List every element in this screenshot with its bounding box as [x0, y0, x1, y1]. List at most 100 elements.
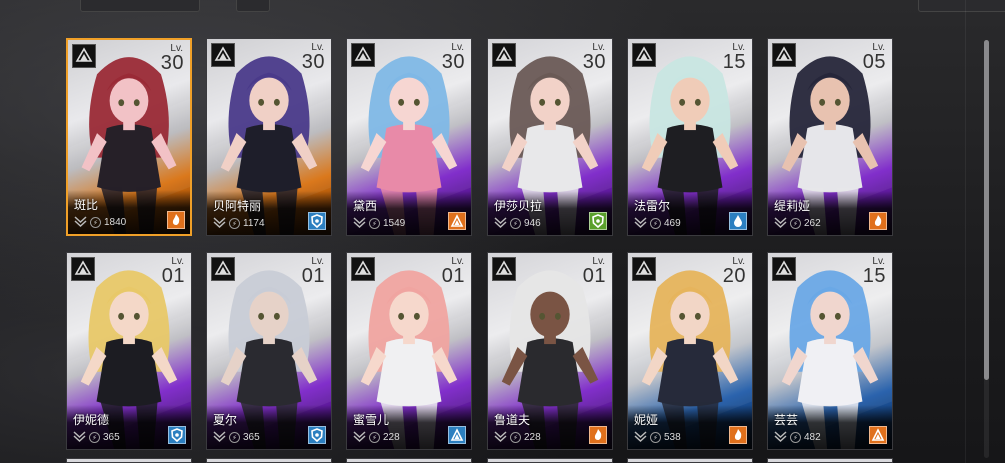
top-sort-button[interactable]	[918, 0, 1005, 12]
power-value: 1174	[243, 217, 265, 229]
element-flame-icon	[869, 212, 887, 230]
character-name: 黛西	[353, 199, 378, 213]
card-stats: ⚡ 365	[213, 430, 260, 444]
rank-chevron-icon	[494, 217, 507, 229]
power-value: 228	[524, 431, 541, 443]
power-icon: ⚡	[229, 431, 240, 443]
element-shield-icon	[168, 426, 186, 444]
level-value: 30	[441, 51, 465, 73]
character-name: 蜜雪儿	[353, 413, 390, 427]
power-value: 1549	[383, 217, 406, 229]
level-value: 05	[862, 51, 886, 73]
element-triangle-icon	[448, 212, 466, 230]
element-flame-icon	[589, 426, 607, 444]
character-card[interactable]: Lv. 20 妮娅 ⚡ 538	[627, 252, 753, 450]
power-icon: ⚡	[510, 217, 521, 229]
level-value: 01	[441, 265, 465, 287]
character-card[interactable]: Lv. 01 蜜雪儿 ⚡ 228	[346, 252, 472, 450]
rank-chevron-icon	[494, 431, 507, 443]
level-value: 30	[160, 52, 184, 74]
power-value: 538	[664, 431, 681, 443]
class-badge-icon	[492, 43, 516, 67]
character-card[interactable]: Lv. 15 法雷尔 ⚡ 469	[627, 38, 753, 236]
class-badge-icon	[211, 43, 235, 67]
class-badge-icon	[351, 257, 375, 281]
card-stats: ⚡ 228	[353, 430, 400, 444]
power-icon: ⚡	[89, 431, 100, 443]
character-card[interactable]: Lv. 30 贝阿特丽 ⚡ 1174	[206, 38, 332, 236]
rank-chevron-icon	[634, 217, 647, 229]
level-value: 20	[722, 265, 746, 287]
rank-chevron-icon	[634, 431, 647, 443]
power-icon: ⚡	[790, 431, 801, 443]
character-card[interactable]: Lv. 01 夏尔 ⚡ 365	[206, 252, 332, 450]
character-name: 夏尔	[213, 413, 238, 427]
scrollbar-thumb[interactable]	[984, 40, 989, 380]
character-name: 贝阿特丽	[213, 199, 262, 213]
card-stats: ⚡ 228	[494, 430, 541, 444]
power-value: 946	[524, 217, 541, 229]
card-stats: ⚡ 1840	[74, 215, 126, 229]
class-badge-icon	[772, 257, 796, 281]
power-icon: ⚡	[510, 431, 521, 443]
character-card[interactable]: Lv. 30 斑比 ⚡ 1840	[66, 38, 192, 236]
character-name: 伊莎贝拉	[494, 199, 543, 213]
card-stats: ⚡ 469	[634, 216, 681, 230]
card-stats: ⚡ 1174	[213, 216, 265, 230]
character-name: 法雷尔	[634, 199, 671, 213]
element-triangle-icon	[869, 426, 887, 444]
top-filter-button[interactable]	[236, 0, 270, 12]
card-stats: ⚡ 365	[73, 430, 120, 444]
character-card[interactable]: Lv. 30 黛西 ⚡ 1549	[346, 38, 472, 236]
character-card[interactable]: Lv. 05 缇莉娅 ⚡ 262	[767, 38, 893, 236]
rank-chevron-icon	[353, 431, 366, 443]
divider	[965, 0, 966, 463]
level-value: 01	[161, 265, 185, 287]
character-card-partial[interactable]	[346, 458, 472, 463]
character-card-partial[interactable]	[767, 458, 893, 463]
class-badge-icon	[71, 257, 95, 281]
character-card-partial[interactable]	[487, 458, 613, 463]
power-icon: ⚡	[650, 431, 661, 443]
class-badge-icon	[772, 43, 796, 67]
power-icon: ⚡	[369, 431, 380, 443]
card-stats: ⚡ 262	[774, 216, 821, 230]
rank-chevron-icon	[353, 217, 366, 229]
class-badge-icon	[72, 44, 96, 68]
level-value: 30	[582, 51, 606, 73]
card-stats: ⚡ 1549	[353, 216, 405, 230]
character-card-partial[interactable]	[627, 458, 753, 463]
power-value: 482	[804, 431, 821, 443]
power-icon: ⚡	[369, 217, 380, 229]
character-card-partial[interactable]	[206, 458, 332, 463]
element-shield-icon	[308, 426, 326, 444]
power-icon: ⚡	[650, 217, 661, 229]
element-shield-icon	[308, 212, 326, 230]
element-flame-icon	[729, 426, 747, 444]
element-drop-icon	[729, 212, 747, 230]
power-value: 228	[383, 431, 400, 443]
class-badge-icon	[351, 43, 375, 67]
level-value: 01	[301, 265, 325, 287]
character-card[interactable]: Lv. 01 伊妮德 ⚡ 365	[66, 252, 192, 450]
rank-chevron-icon	[213, 431, 226, 443]
power-value: 262	[804, 217, 821, 229]
character-card-partial[interactable]	[66, 458, 192, 463]
element-flame-icon	[167, 211, 185, 229]
level-value: 30	[301, 51, 325, 73]
rank-chevron-icon	[74, 216, 87, 228]
character-name: 鲁道夫	[494, 413, 531, 427]
rank-chevron-icon	[73, 431, 86, 443]
card-stats: ⚡ 538	[634, 430, 681, 444]
top-tab[interactable]	[80, 0, 200, 12]
top-bar	[0, 0, 1005, 12]
rank-chevron-icon	[774, 431, 787, 443]
character-card[interactable]: Lv. 01 鲁道夫 ⚡ 228	[487, 252, 613, 450]
class-badge-icon	[632, 257, 656, 281]
element-triangle-icon	[448, 426, 466, 444]
character-name: 芸芸	[774, 413, 799, 427]
character-card[interactable]: Lv. 15 芸芸 ⚡ 482	[767, 252, 893, 450]
character-card[interactable]: Lv. 30 伊莎贝拉 ⚡ 946	[487, 38, 613, 236]
power-value: 469	[664, 217, 681, 229]
card-stats: ⚡ 946	[494, 216, 541, 230]
